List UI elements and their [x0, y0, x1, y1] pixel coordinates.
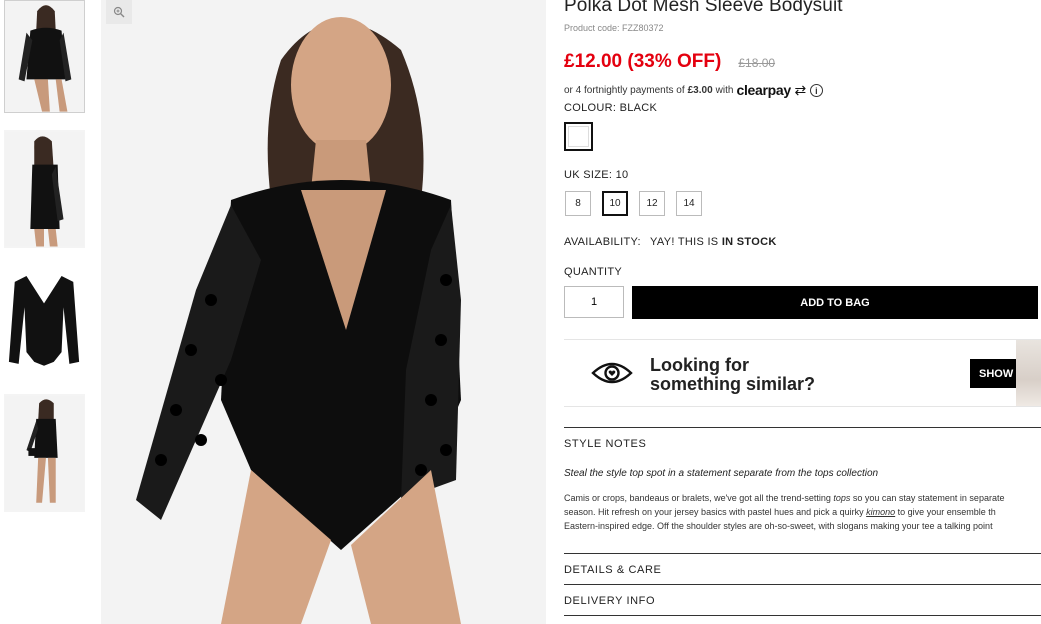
size-option-12[interactable]: 12	[639, 191, 665, 216]
thumbnail-flat-image	[5, 264, 84, 372]
info-icon[interactable]: i	[809, 84, 823, 97]
style-notes-section: STYLE NOTES	[564, 427, 1041, 450]
quantity-input[interactable]	[564, 286, 624, 318]
clearpay-logo: clearpay ⇄	[736, 82, 806, 98]
colour-label: COLOUR: BLACK	[564, 102, 657, 114]
thumbnail-flat[interactable]	[4, 263, 85, 373]
swatch-image	[568, 126, 589, 147]
thumbnail-front[interactable]	[4, 0, 85, 113]
similar-heading: Looking for something similar?	[650, 356, 815, 394]
size-option-10[interactable]: 10	[602, 191, 628, 216]
style-notes-body: Camis or crops, bandeaus or bralets, we'…	[564, 491, 1041, 533]
colour-value: BLACK	[619, 102, 658, 114]
zoom-icon	[113, 6, 125, 18]
availability-text: YAY! THIS IS	[650, 236, 719, 248]
size-label: UK SIZE: 10	[564, 169, 628, 181]
similar-banner: Looking for something similar? SHOW SIMI…	[564, 339, 1041, 407]
size-option-8[interactable]: 8	[565, 191, 591, 216]
clearpay-line: or 4 fortnightly payments of £3.00 with …	[564, 82, 823, 99]
availability: AVAILABILITY: YAY! THIS IS IN STOCK	[564, 236, 777, 248]
style-notes-line2: season. Hit refresh on your jersey basic…	[564, 505, 1041, 519]
details-care-section: DETAILS & CARE	[564, 553, 1041, 576]
original-price: £18.00	[738, 56, 776, 70]
tops-link[interactable]: tops	[833, 493, 850, 503]
main-product-image[interactable]	[101, 0, 546, 624]
quantity-label: QUANTITY	[564, 266, 623, 278]
clearpay-amount: £3.00	[687, 85, 713, 96]
bottom-divider	[564, 615, 1041, 616]
product-info: Polka Dot Mesh Sleeve Bodysuit Product c…	[564, 0, 1041, 624]
style-notes-line1b: so you can stay statement in separate	[850, 493, 1005, 503]
size-label-key: UK SIZE:	[564, 169, 613, 181]
product-code: Product code: FZZ80372	[564, 23, 664, 33]
zoom-button[interactable]	[106, 0, 132, 24]
thumbnail-front-image	[5, 1, 84, 112]
details-care-heading[interactable]: DETAILS & CARE	[564, 564, 1041, 576]
size-option-14[interactable]: 14	[676, 191, 702, 216]
style-notes-subtitle: Steal the style top spot in a statement …	[564, 468, 879, 479]
similar-preview-image	[1016, 340, 1041, 406]
size-value: 10	[615, 169, 629, 181]
similar-line2: something similar?	[650, 374, 816, 394]
availability-status: IN STOCK	[721, 236, 777, 248]
size-options: 8 10 12 14	[565, 191, 702, 216]
product-title: Polka Dot Mesh Sleeve Bodysuit	[564, 0, 843, 16]
thumbnail-side[interactable]	[4, 130, 85, 248]
style-notes-line2b: to give your ensemble th	[895, 507, 996, 517]
clearpay-prefix: or 4 fortnightly payments of	[564, 85, 685, 96]
add-to-bag-button[interactable]: ADD TO BAG	[632, 286, 1038, 319]
kimono-link[interactable]: kimono	[866, 507, 895, 517]
model-photo	[101, 0, 546, 624]
clearpay-logo-text: clearpay	[736, 82, 791, 98]
style-notes-line1a: Camis or crops, bandeaus or bralets, we'…	[564, 493, 834, 503]
thumbnail-side-image	[5, 131, 84, 247]
similar-line1: Looking for	[650, 355, 749, 375]
sale-price: £12.00 (33% OFF)	[564, 51, 722, 72]
thumbnail-full[interactable]	[4, 394, 85, 512]
style-notes-line3: Eastern-inspired edge. Off the shoulder …	[564, 521, 993, 531]
delivery-info-section: DELIVERY INFO	[564, 584, 1041, 607]
availability-label: AVAILABILITY:	[564, 236, 641, 248]
style-notes-line2a: season. Hit refresh on your jersey basic…	[564, 507, 867, 517]
clearpay-with: with	[715, 85, 734, 96]
eye-heart-icon	[591, 362, 633, 384]
colour-swatch-black[interactable]	[564, 122, 593, 151]
colour-label-key: COLOUR:	[564, 102, 617, 114]
price-row: £12.00 (33% OFF) £18.00	[564, 51, 775, 73]
thumbnail-full-image	[5, 395, 84, 511]
style-notes-heading[interactable]: STYLE NOTES	[564, 438, 1041, 450]
style-notes-line1: Camis or crops, bandeaus or bralets, we'…	[564, 491, 1041, 505]
delivery-info-heading[interactable]: DELIVERY INFO	[564, 595, 1041, 607]
